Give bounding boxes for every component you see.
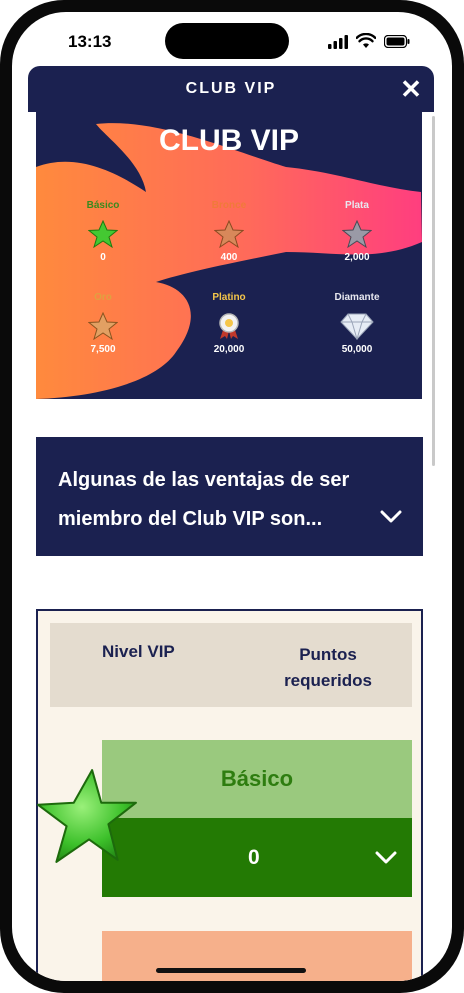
diamond-icon (340, 313, 374, 340)
level-points-row[interactable]: 0 (102, 818, 412, 897)
banner-title: CLUB VIP (158, 124, 299, 157)
status-bar: 13:13 (12, 12, 452, 70)
status-time: 13:13 (68, 32, 112, 51)
tier-name: Bronce (211, 200, 247, 211)
green-star-icon (37, 769, 137, 863)
chevron-down-icon (375, 851, 397, 864)
silver-star-icon (342, 220, 372, 248)
tier-name: Plata (345, 200, 369, 211)
phone-frame: 13:13 CLUB VIP ✕ CLUB VIP Básico 0 Bronc… (0, 0, 464, 993)
tier-points: 7,500 (90, 344, 116, 355)
tier-points: 20,000 (213, 344, 245, 355)
chevron-down-icon (380, 510, 402, 523)
battery-icon (384, 35, 410, 48)
tier-points: 0 (100, 252, 106, 263)
next-level-row (102, 931, 412, 981)
wifi-icon (356, 33, 376, 48)
screen: 13:13 CLUB VIP ✕ CLUB VIP Básico 0 Bronc… (12, 12, 452, 981)
close-button[interactable]: ✕ (396, 74, 426, 104)
accordion-text: Algunas de las ventajas de ser miembro d… (58, 469, 350, 530)
vip-levels-table: Nivel VIP Puntos requeridos Básico 0 (36, 609, 423, 981)
table-header: Nivel VIP Puntos requeridos (50, 623, 412, 707)
tier-platino: Platino 20,000 (174, 292, 284, 355)
tier-basico: Básico 0 (48, 200, 158, 263)
modal-header: CLUB VIP ✕ (28, 66, 434, 112)
home-indicator[interactable] (156, 968, 306, 973)
tier-bronce: Bronce 400 (174, 200, 284, 263)
level-name-row: Básico (102, 740, 412, 818)
tier-name: Oro (94, 292, 112, 303)
signal-icon (328, 35, 348, 49)
tier-diamante: Diamante 50,000 (302, 292, 412, 355)
vip-banner: CLUB VIP Básico 0 Bronce 400 Plata 2,000… (36, 112, 422, 399)
level-name: Básico (220, 766, 294, 791)
bronze-star-icon (214, 220, 244, 248)
vip-benefits-accordion[interactable]: Algunas de las ventajas de ser miembro d… (36, 437, 423, 556)
tier-name: Básico (86, 200, 120, 211)
dynamic-island (165, 23, 289, 59)
tier-name: Platino (212, 292, 246, 303)
column-header-points: Puntos requeridos (284, 645, 372, 690)
tier-points: 2,000 (344, 252, 370, 263)
tier-plata: Plata 2,000 (302, 200, 412, 263)
tier-points: 50,000 (341, 344, 373, 355)
column-header-level: Nivel VIP (102, 642, 175, 661)
tier-oro: Oro 7,500 (48, 292, 158, 355)
green-star-icon (88, 220, 118, 248)
tier-points: 400 (220, 252, 238, 263)
scrollbar[interactable] (432, 116, 435, 466)
modal-title: CLUB VIP (185, 80, 277, 97)
level-points: 0 (248, 846, 260, 869)
medal-icon (219, 313, 239, 339)
gold-star-icon (88, 312, 118, 340)
tier-name: Diamante (334, 292, 380, 303)
